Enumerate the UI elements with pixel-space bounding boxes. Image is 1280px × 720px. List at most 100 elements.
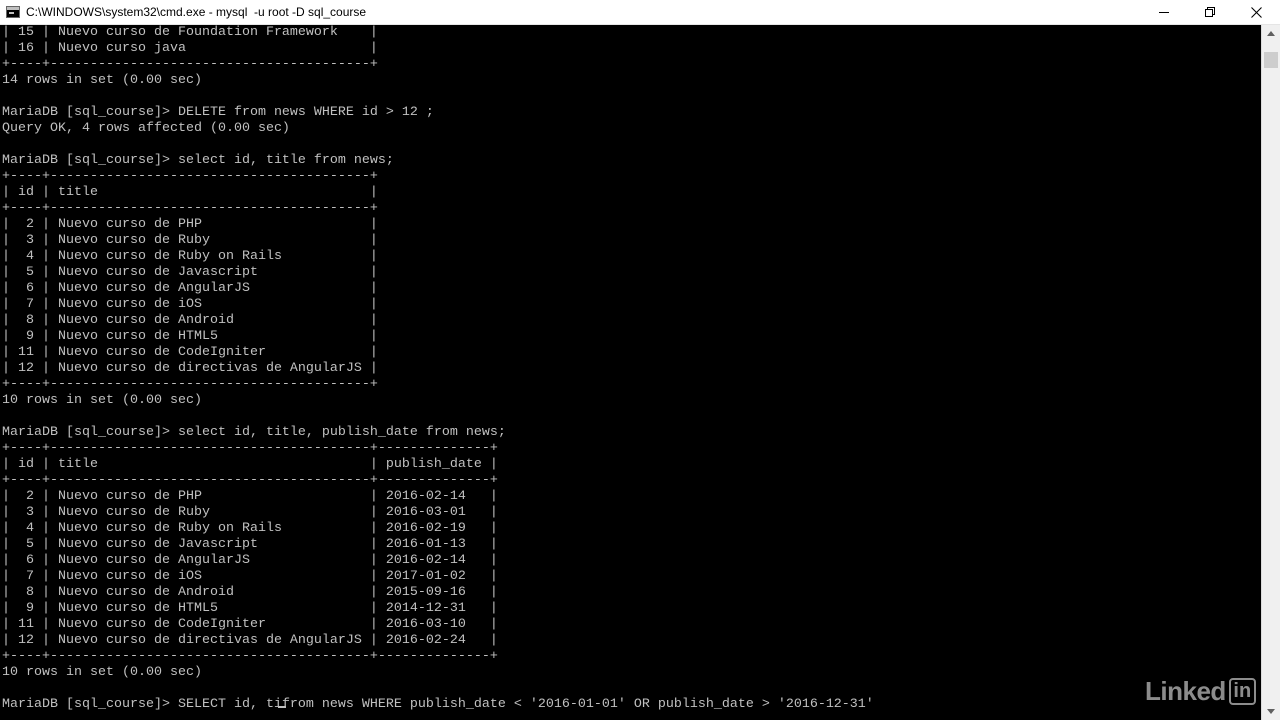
terminal-line: | 5 | Nuevo curso de Javascript | 2016-0… xyxy=(2,537,874,553)
line-text: Query OK, 4 rows affected (0.00 sec) xyxy=(2,121,290,136)
terminal-line: 14 rows in set (0.00 sec) xyxy=(2,73,874,89)
line-text: | 8 | Nuevo curso de Android | xyxy=(2,313,378,328)
line-text: | 6 | Nuevo curso de AngularJS | 2016-02… xyxy=(2,553,498,568)
line-text: | id | title | xyxy=(2,185,378,200)
scroll-down-button[interactable] xyxy=(1262,703,1280,720)
scrollbar-thumb[interactable] xyxy=(1264,52,1278,68)
line-text: | 8 | Nuevo curso de Android | 2015-09-1… xyxy=(2,585,498,600)
line-text: MariaDB [sql_course]> SELECT id, ti xyxy=(2,697,282,712)
terminal-line: | 5 | Nuevo curso de Javascript | xyxy=(2,265,874,281)
terminal-line: | 9 | Nuevo curso de HTML5 | 2014-12-31 … xyxy=(2,601,874,617)
terminal-line: | 16 | Nuevo curso java | xyxy=(2,41,874,57)
terminal-line: +----+----------------------------------… xyxy=(2,473,874,489)
command-prompt-line: MariaDB [sql_course]> SELECT id, tifrom … xyxy=(2,697,874,713)
scroll-up-button[interactable] xyxy=(1262,25,1280,42)
line-text: +----+----------------------------------… xyxy=(2,377,378,392)
line-text: | 12 | Nuevo curso de directivas de Angu… xyxy=(2,633,498,648)
terminal-line: +----+----------------------------------… xyxy=(2,57,874,73)
line-text: | 16 | Nuevo curso java | xyxy=(2,41,378,56)
minimize-icon xyxy=(1159,12,1169,13)
terminal-output[interactable]: | 15 | Nuevo curso de Foundation Framewo… xyxy=(0,25,1261,720)
text-cursor xyxy=(277,706,286,708)
close-button[interactable] xyxy=(1233,0,1279,24)
line-text: +----+----------------------------------… xyxy=(2,649,498,664)
minimize-button[interactable] xyxy=(1141,0,1187,24)
line-text: +----+----------------------------------… xyxy=(2,201,378,216)
line-text: | 5 | Nuevo curso de Javascript | xyxy=(2,265,378,280)
terminal-line: | 4 | Nuevo curso de Ruby on Rails | xyxy=(2,249,874,265)
terminal-line: | 6 | Nuevo curso de AngularJS | 2016-02… xyxy=(2,553,874,569)
line-text: | 5 | Nuevo curso de Javascript | 2016-0… xyxy=(2,537,498,552)
line-text: 14 rows in set (0.00 sec) xyxy=(2,73,202,88)
line-text: | 2 | Nuevo curso de PHP | 2016-02-14 | xyxy=(2,489,498,504)
terminal-line: | 6 | Nuevo curso de AngularJS | xyxy=(2,281,874,297)
terminal-line: | 12 | Nuevo curso de directivas de Angu… xyxy=(2,633,874,649)
terminal-line: | 11 | Nuevo curso de CodeIgniter | 2016… xyxy=(2,617,874,633)
cmd-prompt-icon xyxy=(6,6,20,18)
terminal-line: MariaDB [sql_course]> select id, title, … xyxy=(2,425,874,441)
terminal-line: +----+----------------------------------… xyxy=(2,441,874,457)
terminal-line: | 8 | Nuevo curso de Android | 2015-09-1… xyxy=(2,585,874,601)
terminal-line: MariaDB [sql_course]> select id, title f… xyxy=(2,153,874,169)
command-input-text[interactable]: from news WHERE publish_date < '2016-01-… xyxy=(282,697,874,712)
line-text: 10 rows in set (0.00 sec) xyxy=(2,665,202,680)
terminal-line: | 8 | Nuevo curso de Android | xyxy=(2,313,874,329)
line-text: | 7 | Nuevo curso de iOS | 2017-01-02 | xyxy=(2,569,498,584)
linkedin-watermark: Linked in xyxy=(1145,676,1256,707)
line-text: | 9 | Nuevo curso de HTML5 | 2014-12-31 … xyxy=(2,601,498,616)
line-text: | 9 | Nuevo curso de HTML5 | xyxy=(2,329,378,344)
window-title: C:\WINDOWS\system32\cmd.exe - mysql -u r… xyxy=(26,5,367,19)
terminal-line: Query OK, 4 rows affected (0.00 sec) xyxy=(2,121,874,137)
line-text: 10 rows in set (0.00 sec) xyxy=(2,393,202,408)
line-text: | 6 | Nuevo curso de AngularJS | xyxy=(2,281,378,296)
line-text: +----+----------------------------------… xyxy=(2,57,378,72)
terminal-line: +----+----------------------------------… xyxy=(2,377,874,393)
line-text: | 11 | Nuevo curso de CodeIgniter | xyxy=(2,345,378,360)
terminal-line: | 2 | Nuevo curso de PHP | xyxy=(2,217,874,233)
terminal-line: 10 rows in set (0.00 sec) xyxy=(2,665,874,681)
terminal-line: +----+----------------------------------… xyxy=(2,201,874,217)
line-text: +----+----------------------------------… xyxy=(2,441,498,456)
line-text: MariaDB [sql_course]> DELETE from news W… xyxy=(2,105,434,120)
line-text: MariaDB [sql_course]> select id, title, … xyxy=(2,425,506,440)
line-text: | 3 | Nuevo curso de Ruby | 2016-03-01 | xyxy=(2,505,498,520)
terminal-line: +----+----------------------------------… xyxy=(2,649,874,665)
terminal-line: +----+----------------------------------… xyxy=(2,169,874,185)
terminal-line: | 3 | Nuevo curso de Ruby | xyxy=(2,233,874,249)
terminal-lines: | 15 | Nuevo curso de Foundation Framewo… xyxy=(2,25,874,713)
terminal-line: 10 rows in set (0.00 sec) xyxy=(2,393,874,409)
terminal-line: | 4 | Nuevo curso de Ruby on Rails | 201… xyxy=(2,521,874,537)
window-titlebar[interactable]: C:\WINDOWS\system32\cmd.exe - mysql -u r… xyxy=(0,0,1280,25)
terminal-line: | id | title | xyxy=(2,185,874,201)
line-text: | 3 | Nuevo curso de Ruby | xyxy=(2,233,378,248)
terminal-line: | 11 | Nuevo curso de CodeIgniter | xyxy=(2,345,874,361)
vertical-scrollbar[interactable] xyxy=(1261,25,1280,720)
terminal-line: | 15 | Nuevo curso de Foundation Framewo… xyxy=(2,25,874,41)
line-text: | 7 | Nuevo curso de iOS | xyxy=(2,297,378,312)
line-text: | 4 | Nuevo curso de Ruby on Rails | xyxy=(2,249,378,264)
scroll-down-arrow-icon xyxy=(1267,709,1275,714)
terminal-line: | 9 | Nuevo curso de HTML5 | xyxy=(2,329,874,345)
scroll-up-arrow-icon xyxy=(1267,31,1275,36)
maximize-button[interactable] xyxy=(1187,0,1233,24)
line-text: | id | title | publish_date | xyxy=(2,457,498,472)
maximize-icon xyxy=(1205,7,1215,17)
terminal-line: | 7 | Nuevo curso de iOS | 2017-01-02 | xyxy=(2,569,874,585)
terminal-line: | 12 | Nuevo curso de directivas de Angu… xyxy=(2,361,874,377)
watermark-text: Linked xyxy=(1145,676,1226,706)
line-text: +----+----------------------------------… xyxy=(2,473,498,488)
watermark-in-box: in xyxy=(1228,678,1256,705)
terminal-line: | 3 | Nuevo curso de Ruby | 2016-03-01 | xyxy=(2,505,874,521)
line-text: | 2 | Nuevo curso de PHP | xyxy=(2,217,378,232)
line-text: | 4 | Nuevo curso de Ruby on Rails | 201… xyxy=(2,521,498,536)
line-text: MariaDB [sql_course]> select id, title f… xyxy=(2,153,394,168)
terminal-line: | id | title | publish_date | xyxy=(2,457,874,473)
terminal-line: | 7 | Nuevo curso de iOS | xyxy=(2,297,874,313)
line-text: | 15 | Nuevo curso de Foundation Framewo… xyxy=(2,25,378,40)
terminal-line: | 2 | Nuevo curso de PHP | 2016-02-14 | xyxy=(2,489,874,505)
line-text: | 12 | Nuevo curso de directivas de Angu… xyxy=(2,361,378,376)
line-text: | 11 | Nuevo curso de CodeIgniter | 2016… xyxy=(2,617,498,632)
